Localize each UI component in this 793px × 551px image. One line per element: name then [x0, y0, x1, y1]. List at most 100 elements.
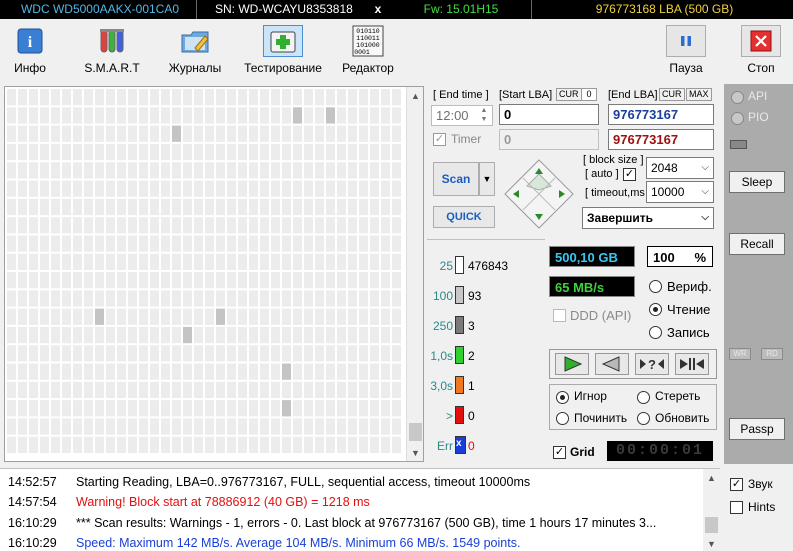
ignore-radio[interactable]	[556, 391, 569, 404]
scan-block	[193, 124, 204, 143]
scan-block	[358, 271, 369, 290]
scan-block	[204, 161, 215, 180]
latency-count: 1	[468, 379, 475, 393]
end-lba-cur-button[interactable]: CUR	[659, 88, 685, 101]
hints-checkbox[interactable]	[730, 501, 743, 514]
scan-block	[303, 307, 314, 326]
scroll-up-icon[interactable]: ▲	[703, 469, 720, 486]
smart-tab-button[interactable]: S.M.A.R.T	[83, 25, 141, 77]
sleep-button[interactable]: Sleep	[729, 171, 785, 193]
scan-block	[50, 380, 61, 400]
end-lba-input[interactable]: 976773167	[608, 104, 714, 125]
scan-block	[149, 124, 160, 143]
log-entry: 16:10:29 *** Scan results: Warnings - 1, …	[0, 513, 702, 533]
scan-block	[83, 417, 94, 436]
verify-radio[interactable]	[649, 280, 662, 293]
scan-block	[358, 106, 369, 125]
scan-block	[325, 271, 336, 290]
log-scrollbar[interactable]: ▲ ▼	[703, 469, 720, 551]
logs-tab-button[interactable]: Журналы	[166, 25, 224, 77]
repair-radio[interactable]	[556, 412, 569, 425]
scan-block	[380, 252, 391, 271]
stop-button[interactable]: Стоп	[738, 25, 784, 77]
pio-label: PIO	[748, 110, 769, 124]
pio-radio[interactable]	[731, 112, 744, 125]
scan-block	[292, 362, 303, 381]
scan-block	[281, 252, 292, 271]
passp-button[interactable]: Passp	[729, 418, 785, 440]
scroll-thumb[interactable]	[409, 423, 422, 441]
timeout-select[interactable]: 10000 ⌵	[646, 181, 714, 203]
scan-block	[292, 216, 303, 235]
butterfly-button[interactable]	[675, 353, 709, 375]
scan-block	[6, 179, 17, 198]
scan-block	[127, 142, 138, 162]
wr-button[interactable]: WR	[729, 348, 751, 360]
ddd-api-checkbox[interactable]	[553, 309, 566, 322]
write-radio[interactable]	[649, 326, 662, 339]
scan-block	[39, 106, 50, 125]
scroll-thumb[interactable]	[705, 517, 718, 533]
read-radio[interactable]	[649, 303, 662, 316]
quick-button[interactable]: QUICK	[433, 206, 495, 228]
grid-checkbox[interactable]: ✓	[553, 446, 566, 459]
scan-block	[314, 399, 325, 418]
testing-tab-button[interactable]: Тестирование	[240, 25, 326, 77]
scroll-down-icon[interactable]: ▼	[703, 535, 720, 551]
finish-action-select[interactable]: Завершить ⌵	[582, 207, 714, 229]
start-lba-cur-button[interactable]: CUR	[556, 88, 582, 101]
end-time-spinner-icon[interactable]: ▲ ▼	[477, 106, 491, 125]
play-button[interactable]	[555, 353, 589, 375]
binary-editor-icon: 010110 110011 101000 0001	[348, 25, 388, 57]
scan-block	[94, 88, 105, 107]
start-lba-secondary-input[interactable]: 0	[499, 129, 599, 150]
scan-block	[127, 289, 138, 308]
recall-button[interactable]: Recall	[729, 233, 785, 255]
info-tab-button[interactable]: i Инфо	[8, 25, 52, 77]
log-time: 16:10:29	[8, 515, 57, 530]
scan-block	[39, 307, 50, 326]
scan-block	[303, 234, 314, 253]
auto-block-size-checkbox[interactable]: ✓	[623, 168, 636, 181]
scan-block	[204, 88, 215, 107]
scan-map-scrollbar[interactable]: ▲ ▼	[406, 87, 423, 461]
refresh-radio[interactable]	[637, 412, 650, 425]
block-size-select[interactable]: 2048 ⌵	[646, 157, 714, 179]
close-drive-button[interactable]: x	[369, 0, 387, 19]
direction-pad[interactable]	[503, 158, 575, 230]
reverse-button[interactable]	[595, 353, 629, 375]
scroll-down-icon[interactable]: ▼	[407, 444, 424, 461]
start-lba-input[interactable]: 0	[499, 104, 599, 125]
erase-radio[interactable]	[637, 391, 650, 404]
rd-button[interactable]: RD	[761, 348, 783, 360]
random-button[interactable]: ?	[635, 353, 669, 375]
scan-block	[6, 380, 17, 400]
end-lba-max-button[interactable]: MAX	[686, 88, 712, 101]
scan-block	[182, 435, 193, 455]
scan-block	[149, 417, 160, 436]
scan-block	[215, 88, 226, 107]
scan-block	[105, 252, 116, 271]
timer-checkbox[interactable]: ✓	[433, 133, 446, 146]
scan-block	[6, 344, 17, 363]
scan-block	[358, 88, 369, 107]
api-radio[interactable]	[731, 91, 744, 104]
scan-block	[138, 289, 149, 308]
scan-block	[94, 325, 105, 345]
scan-block	[149, 399, 160, 418]
scan-block	[215, 362, 226, 381]
scan-mode-dropdown-icon[interactable]: ▼	[479, 162, 495, 196]
scan-button[interactable]: Scan	[433, 162, 479, 196]
pause-button[interactable]: Пауза	[663, 25, 709, 77]
scan-block	[215, 399, 226, 418]
scan-block	[72, 197, 83, 217]
scan-block	[61, 289, 72, 308]
scroll-up-icon[interactable]: ▲	[407, 87, 424, 104]
scan-block	[369, 88, 380, 107]
sound-checkbox[interactable]: ✓	[730, 478, 743, 491]
scan-block	[391, 142, 402, 162]
scan-block	[226, 289, 237, 308]
scan-block	[226, 252, 237, 271]
end-lba-max-input[interactable]: 976773167	[608, 129, 714, 150]
editor-tab-button[interactable]: 010110 110011 101000 0001 Редактор	[339, 25, 397, 77]
